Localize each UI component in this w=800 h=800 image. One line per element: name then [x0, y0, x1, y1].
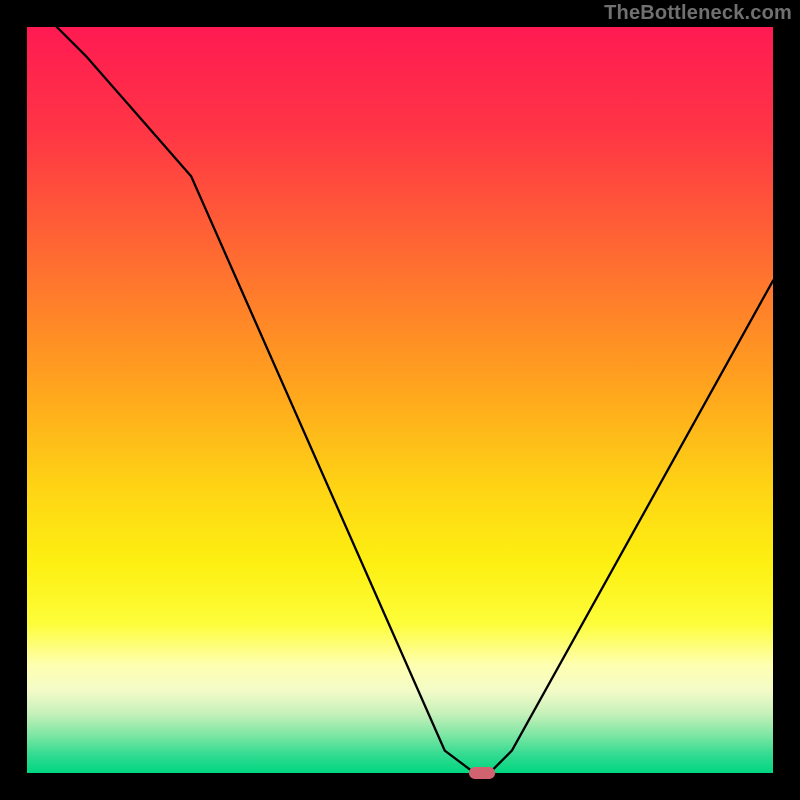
plot-background — [27, 27, 773, 773]
chart-svg — [0, 0, 800, 800]
optimal-marker — [469, 767, 495, 779]
watermark-text: TheBottleneck.com — [604, 2, 792, 25]
bottleneck-chart: TheBottleneck.com — [0, 0, 800, 800]
